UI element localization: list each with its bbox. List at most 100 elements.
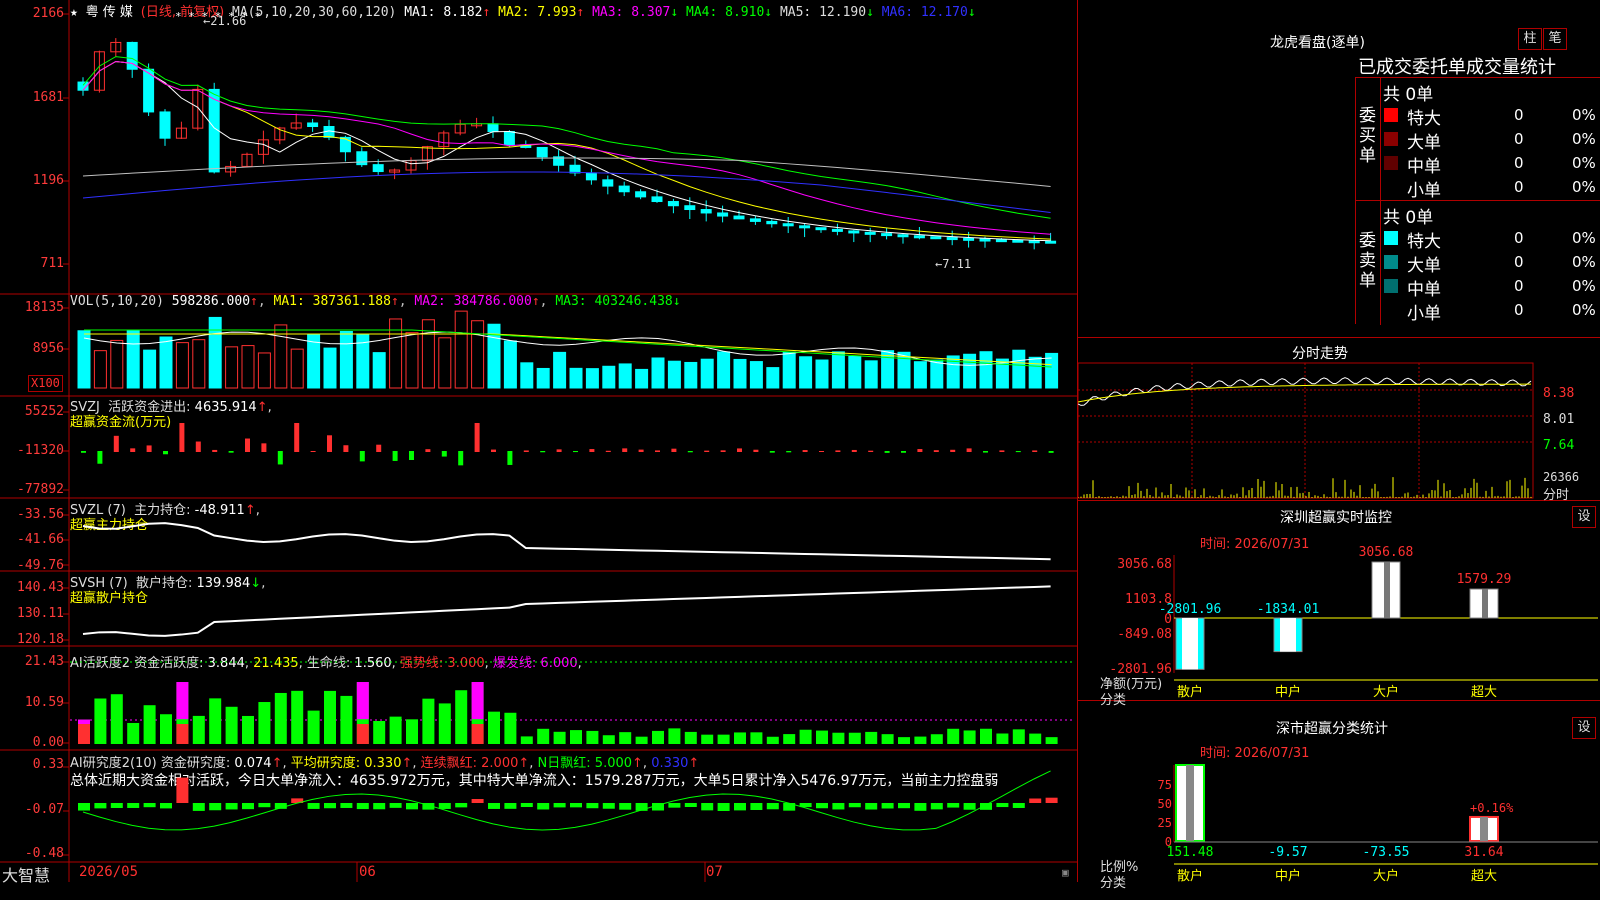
research-bar bbox=[865, 803, 878, 810]
candle bbox=[799, 225, 811, 229]
main-force-line bbox=[82, 522, 1051, 561]
volume-bar bbox=[159, 336, 173, 389]
research-bar bbox=[471, 798, 484, 803]
classify-value-label: -73.55 bbox=[1363, 845, 1410, 860]
candle bbox=[897, 234, 909, 238]
activity-bar bbox=[832, 732, 845, 744]
volume-bar bbox=[667, 360, 681, 389]
research-bar bbox=[110, 803, 123, 808]
volume-bar bbox=[290, 348, 304, 389]
monitor-axis-label: -849.08 bbox=[1117, 627, 1172, 642]
activity-bar bbox=[209, 698, 222, 744]
research-bar bbox=[225, 803, 238, 810]
activity-bar bbox=[225, 706, 238, 744]
activity-bar bbox=[291, 690, 304, 744]
volume-bar bbox=[602, 365, 616, 389]
research-bar bbox=[373, 803, 386, 810]
activity-bar bbox=[340, 695, 353, 744]
research-bar bbox=[78, 803, 90, 811]
activity-bar bbox=[914, 736, 927, 744]
candle bbox=[881, 233, 893, 237]
activity-strong bbox=[78, 724, 90, 744]
activity-bar bbox=[389, 716, 402, 744]
classify-value-label: 151.48 bbox=[1167, 845, 1214, 860]
volume-bar bbox=[520, 362, 534, 389]
volume-bar bbox=[241, 345, 255, 389]
volume-bar bbox=[77, 330, 91, 389]
candle bbox=[536, 146, 548, 158]
research-bar bbox=[488, 803, 500, 809]
ma-line bbox=[82, 60, 1051, 240]
activity-strong bbox=[176, 724, 189, 744]
classify-category: 大户 bbox=[1373, 868, 1399, 884]
research-bar bbox=[963, 803, 976, 810]
research-bar bbox=[684, 803, 697, 808]
volume-bar bbox=[175, 342, 189, 389]
flow-bar bbox=[950, 449, 956, 452]
activity-bar bbox=[94, 698, 107, 744]
classify-bar-shade bbox=[1186, 765, 1194, 841]
classify-category: 散户 bbox=[1177, 868, 1203, 884]
classify-value-label: -9.57 bbox=[1268, 845, 1307, 860]
flow-bar bbox=[441, 451, 447, 457]
volume-bar bbox=[257, 352, 271, 389]
flow-bar bbox=[999, 450, 1005, 452]
volume-bar bbox=[831, 351, 845, 389]
research-bar bbox=[898, 803, 910, 809]
activity-bar bbox=[455, 690, 468, 744]
ma-line bbox=[82, 60, 1051, 242]
activity-bar bbox=[766, 736, 779, 744]
candle bbox=[815, 227, 827, 231]
volume-bar bbox=[389, 318, 403, 389]
volume-bar bbox=[733, 358, 747, 389]
volume-bar bbox=[684, 361, 698, 389]
flow-bar bbox=[376, 444, 382, 452]
classify-axis-label: 50 bbox=[1158, 797, 1172, 811]
research-line bbox=[82, 770, 1051, 831]
flow-bar bbox=[359, 451, 365, 462]
activity-bar bbox=[602, 735, 615, 744]
activity-bar bbox=[865, 731, 878, 744]
flow-bar bbox=[868, 450, 874, 452]
activity-bar bbox=[586, 730, 599, 744]
activity-bar bbox=[947, 728, 960, 744]
flow-bar bbox=[491, 449, 496, 452]
classify-axis-label: 75 bbox=[1158, 778, 1172, 792]
classify-bar-shade bbox=[1480, 816, 1488, 841]
candle bbox=[487, 123, 499, 133]
activity-bar bbox=[258, 702, 271, 744]
volume-bar bbox=[405, 332, 419, 389]
flow-bar bbox=[523, 450, 529, 452]
research-bar bbox=[570, 803, 582, 808]
research-bar bbox=[192, 803, 205, 811]
research-bar bbox=[127, 803, 140, 808]
research-bar bbox=[766, 803, 779, 810]
activity-bar bbox=[324, 690, 336, 744]
activity-burst bbox=[471, 682, 484, 720]
volume-bar bbox=[323, 347, 337, 389]
volume-bar bbox=[585, 368, 599, 389]
flow-bar bbox=[884, 451, 890, 453]
candle bbox=[979, 238, 991, 242]
activity-bar bbox=[652, 730, 664, 744]
research-bar bbox=[586, 803, 599, 809]
classify-category: 中户 bbox=[1275, 868, 1301, 884]
monitor-value-label: 3056.68 bbox=[1359, 545, 1414, 560]
activity-bar bbox=[438, 703, 451, 744]
candle bbox=[356, 151, 368, 166]
flow-bar bbox=[294, 423, 300, 452]
flow-bar bbox=[327, 435, 332, 452]
research-bar bbox=[160, 803, 172, 809]
activity-bar bbox=[783, 734, 796, 744]
flow-bar bbox=[261, 443, 267, 452]
research-bar bbox=[980, 803, 992, 810]
research-bar bbox=[438, 803, 451, 809]
monitor-bar-shade bbox=[1384, 562, 1390, 618]
research-bar bbox=[455, 803, 468, 808]
volume-bar bbox=[454, 310, 468, 389]
kline-chart-canvas[interactable] bbox=[0, 0, 1078, 882]
volume-bar bbox=[372, 352, 386, 389]
flow-bar bbox=[474, 423, 480, 452]
monitor-bar-shade bbox=[1482, 589, 1488, 618]
classify-note: +0.16% bbox=[1470, 801, 1514, 815]
